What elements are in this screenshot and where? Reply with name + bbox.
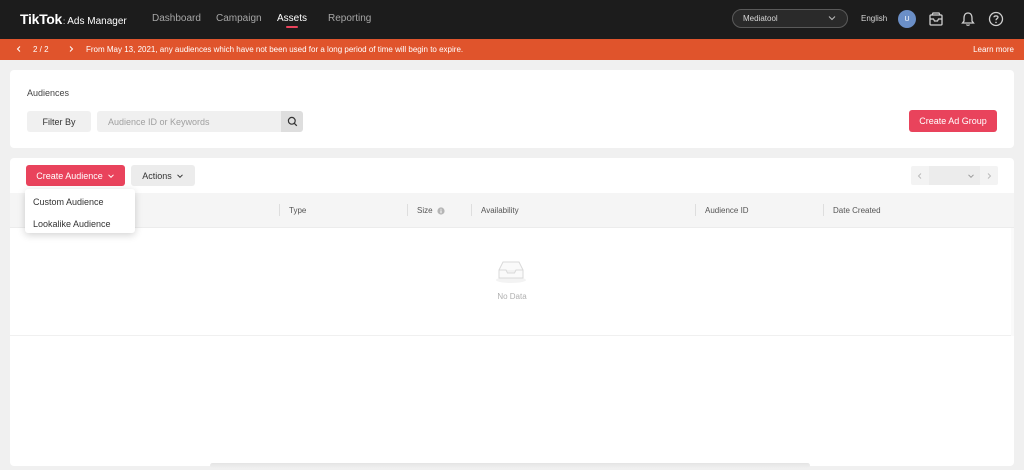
no-data-text: No Data (497, 292, 527, 301)
table-scrollbar[interactable] (1011, 228, 1014, 336)
banner-pager: 2 / 2 (33, 45, 49, 54)
audience-table-card: Create Audience Actions Type Size Availa… (10, 158, 1014, 466)
chevron-left-icon[interactable] (14, 44, 24, 54)
create-audience-label: Create Audience (36, 170, 103, 181)
page-size-select[interactable] (929, 166, 980, 185)
search-input[interactable] (97, 111, 281, 132)
nav-campaign[interactable]: Campaign (216, 13, 262, 24)
nav-assets[interactable]: Assets (277, 13, 307, 28)
table-empty-state: No Data (10, 228, 1014, 336)
filter-by-button[interactable]: Filter By (27, 111, 91, 132)
page-title: Audiences (27, 88, 70, 98)
chevron-down-icon (828, 16, 836, 21)
account-name: Mediatool (743, 14, 778, 23)
column-divider (471, 204, 472, 216)
pagination (911, 166, 998, 185)
avatar[interactable]: U (898, 10, 916, 28)
search-button[interactable] (281, 111, 303, 132)
prev-page-button[interactable] (911, 166, 929, 185)
column-header-audience-id[interactable]: Audience ID (705, 206, 749, 215)
column-divider (407, 204, 408, 216)
logo-product: Ads Manager (67, 16, 127, 27)
column-divider (695, 204, 696, 216)
top-navigation-bar: TikTok : Ads Manager Dashboard Campaign … (0, 0, 1024, 39)
next-page-button[interactable] (980, 166, 998, 185)
logo-brand: TikTok (20, 11, 63, 27)
inbox-icon[interactable] (927, 10, 945, 28)
menu-item-lookalike-audience[interactable]: Lookalike Audience (25, 215, 135, 233)
chevron-left-icon (917, 172, 922, 179)
chevron-right-icon (987, 172, 992, 179)
column-divider (823, 204, 824, 216)
chevron-down-icon (968, 174, 974, 179)
info-icon[interactable] (437, 207, 445, 215)
table-header: Type Size Availability Audience ID Date … (10, 193, 1014, 228)
audiences-filter-card: Audiences Filter By Create Ad Group (10, 70, 1014, 148)
account-selector[interactable]: Mediatool (732, 9, 848, 28)
create-audience-button[interactable]: Create Audience (26, 165, 125, 186)
banner-message: From May 13, 2021, any audiences which h… (86, 45, 464, 54)
column-header-size-label: Size (417, 206, 433, 215)
column-header-size[interactable]: Size (417, 206, 445, 215)
bell-icon[interactable] (959, 10, 977, 28)
create-ad-group-button[interactable]: Create Ad Group (909, 110, 997, 132)
column-header-type[interactable]: Type (289, 206, 306, 215)
announcement-banner: 2 / 2 From May 13, 2021, any audiences w… (0, 39, 1024, 60)
menu-item-custom-audience[interactable]: Custom Audience (25, 193, 135, 211)
tiktok-ads-manager-logo[interactable]: TikTok : Ads Manager (20, 11, 127, 27)
column-header-availability[interactable]: Availability (481, 206, 519, 215)
chevron-right-icon[interactable] (66, 44, 76, 54)
logo-dot: : (63, 17, 66, 26)
column-header-date-created[interactable]: Date Created (833, 206, 881, 215)
empty-inbox-icon (496, 261, 526, 283)
chevron-down-icon (176, 173, 183, 178)
create-audience-menu: Custom Audience Lookalike Audience (25, 189, 135, 233)
language-switcher[interactable]: English (861, 14, 887, 23)
column-divider (279, 204, 280, 216)
page-bottom-edge (210, 463, 810, 468)
search-icon (287, 116, 297, 127)
actions-button[interactable]: Actions (131, 165, 195, 186)
help-icon[interactable] (987, 10, 1005, 28)
chevron-down-icon (107, 173, 114, 178)
learn-more-link[interactable]: Learn more (973, 45, 1014, 54)
nav-reporting[interactable]: Reporting (328, 13, 371, 24)
actions-label: Actions (142, 170, 172, 181)
nav-dashboard[interactable]: Dashboard (152, 13, 201, 24)
